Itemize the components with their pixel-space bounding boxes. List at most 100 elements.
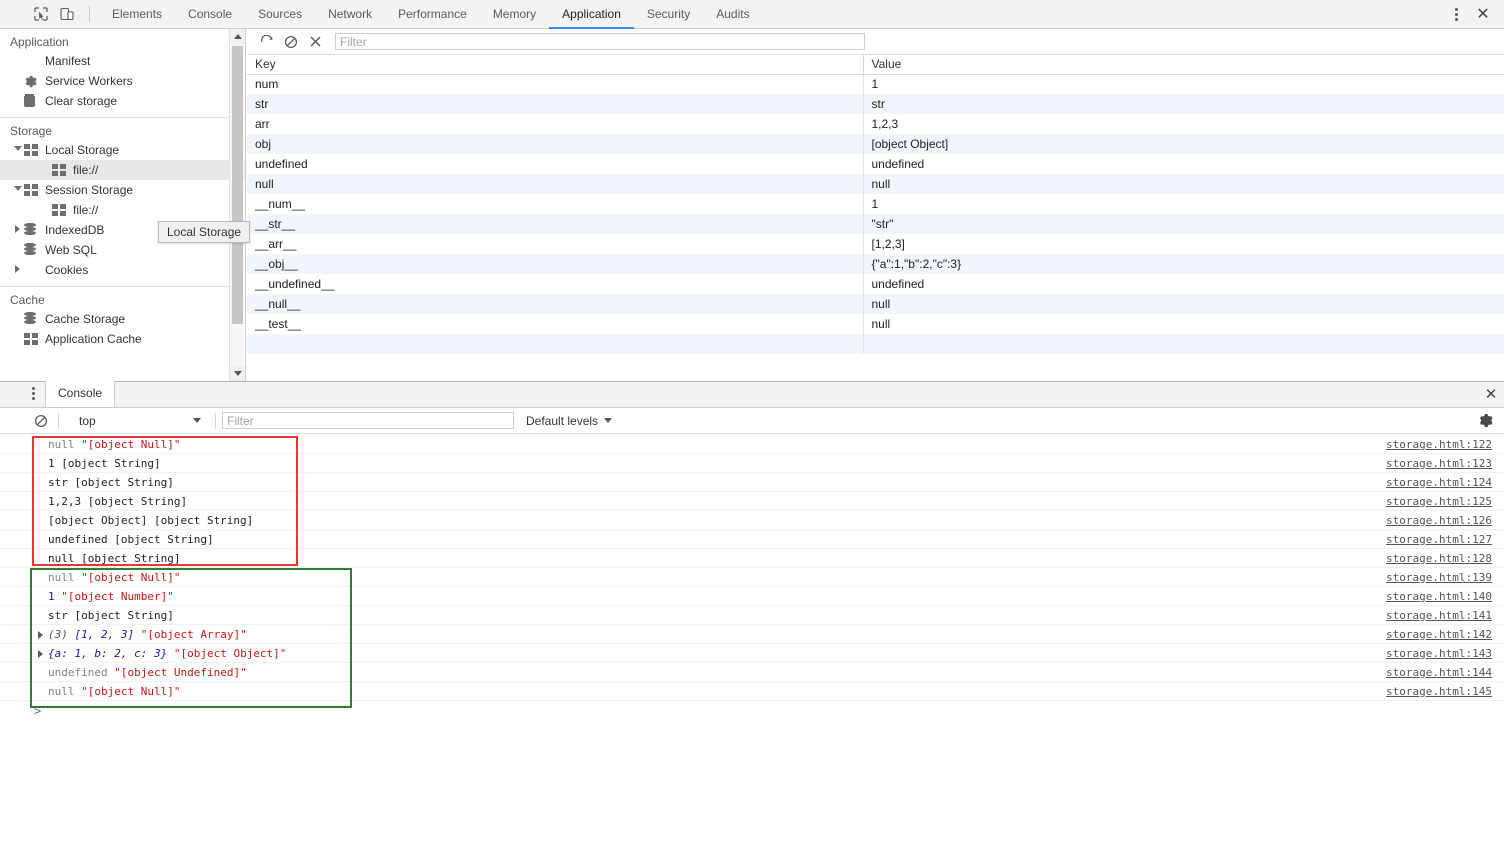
console-message[interactable]: (3) [1, 2, 3] "[object Array]" storage.ht… <box>0 625 1504 644</box>
log-levels-select[interactable]: Default levels <box>526 414 613 428</box>
table-row[interactable]: __obj__ {"a":1,"b":2,"c":3} <box>247 254 1504 274</box>
console-source-link[interactable]: storage.html:126 <box>1386 511 1492 530</box>
console-source-link[interactable]: storage.html:141 <box>1386 606 1492 625</box>
tab-audits[interactable]: Audits <box>703 0 762 29</box>
table-row[interactable]: __arr__ [1,2,3] <box>247 234 1504 254</box>
console-source-link[interactable]: storage.html:145 <box>1386 682 1492 701</box>
cell-value[interactable]: undefined <box>863 154 1504 174</box>
drawer-more-options-icon[interactable] <box>0 387 45 407</box>
cell-value[interactable]: null <box>863 174 1504 194</box>
table-row[interactable]: __undefined__ undefined <box>247 274 1504 294</box>
tab-application[interactable]: Application <box>549 0 634 29</box>
scroll-down-button[interactable] <box>230 366 245 381</box>
console-message[interactable]: 1,2,3 [object String] storage.html:125 <box>0 492 1504 511</box>
table-row[interactable]: null null <box>247 174 1504 194</box>
table-row[interactable]: __test__ null <box>247 314 1504 334</box>
cell-key[interactable]: arr <box>247 114 864 134</box>
console-message[interactable]: 1 [object String] storage.html:123 <box>0 454 1504 473</box>
sidebar-item-manifest[interactable]: Manifest <box>0 51 245 71</box>
cell-key[interactable]: num <box>247 74 864 94</box>
console-message[interactable]: 1 "[object Number]" storage.html:140 <box>0 587 1504 606</box>
console-message[interactable]: undefined "[object Undefined]" storage.ht… <box>0 663 1504 682</box>
cell-key[interactable]: __arr__ <box>247 234 864 254</box>
console-message[interactable]: null [object String] storage.html:128 <box>0 549 1504 568</box>
chevron-right-icon[interactable] <box>15 265 20 273</box>
console-source-link[interactable]: storage.html:143 <box>1386 644 1492 663</box>
cell-value[interactable]: {"a":1,"b":2,"c":3} <box>863 254 1504 274</box>
chevron-right-icon[interactable] <box>15 225 20 233</box>
cell-value[interactable]: [object Object] <box>863 134 1504 154</box>
column-header-value[interactable]: Value <box>863 55 1504 75</box>
console-source-link[interactable]: storage.html:142 <box>1386 625 1492 644</box>
console-message[interactable]: null "[object Null]" storage.html:122 <box>0 435 1504 454</box>
sidebar-item-local-storage[interactable]: Local Storage <box>0 140 245 160</box>
sidebar-item-web-sql[interactable]: Web SQL <box>0 240 245 260</box>
tab-security[interactable]: Security <box>634 0 703 29</box>
console-settings-gear-icon[interactable] <box>1472 408 1498 434</box>
cell-value[interactable]: 1,2,3 <box>863 114 1504 134</box>
cell-key[interactable]: __test__ <box>247 314 864 334</box>
clear-console-icon[interactable] <box>30 410 52 432</box>
cell-key[interactable]: str <box>247 94 864 114</box>
cell-key[interactable]: obj <box>247 134 864 154</box>
tab-sources[interactable]: Sources <box>245 0 315 29</box>
table-row[interactable]: str str <box>247 94 1504 114</box>
column-header-key[interactable]: Key <box>247 55 864 75</box>
close-devtools-icon[interactable]: ✕ <box>1470 1 1496 27</box>
console-source-link[interactable]: storage.html:122 <box>1386 435 1492 454</box>
cell-value[interactable]: str <box>863 94 1504 114</box>
console-source-link[interactable]: storage.html:140 <box>1386 587 1492 606</box>
cell-key[interactable]: __str__ <box>247 214 864 234</box>
drawer-tab-console[interactable]: Console <box>45 381 116 407</box>
console-message[interactable]: {a: 1, b: 2, c: 3} "[object Object]" stor… <box>0 644 1504 663</box>
sidebar-item-session-storage-origin[interactable]: file:// <box>0 200 245 220</box>
sidebar-item-cache-storage[interactable]: Cache Storage <box>0 309 245 329</box>
sidebar-item-clear-storage[interactable]: Clear storage <box>0 91 245 111</box>
console-source-link[interactable]: storage.html:128 <box>1386 549 1492 568</box>
expand-triangle-icon[interactable] <box>38 631 43 639</box>
cell-value[interactable]: "str" <box>863 214 1504 234</box>
delete-selected-icon[interactable] <box>303 30 327 54</box>
tab-performance[interactable]: Performance <box>385 0 480 29</box>
console-message[interactable]: null "[object Null]" storage.html:145 <box>0 682 1504 701</box>
inspect-element-icon[interactable] <box>28 1 54 27</box>
chevron-down-icon[interactable] <box>14 186 22 191</box>
console-source-link[interactable]: storage.html:139 <box>1386 568 1492 587</box>
sidebar-item-local-storage-origin[interactable]: file:// <box>0 160 245 180</box>
table-row[interactable]: __null__ null <box>247 294 1504 314</box>
expand-triangle-icon[interactable] <box>38 650 43 658</box>
cell-key[interactable]: __undefined__ <box>247 274 864 294</box>
sidebar-item-application-cache[interactable]: Application Cache <box>0 329 245 349</box>
table-row[interactable]: num 1 <box>247 74 1504 94</box>
execution-context-select[interactable]: top <box>79 411 209 431</box>
console-source-link[interactable]: storage.html:124 <box>1386 473 1492 492</box>
close-drawer-icon[interactable]: ✕ <box>1478 381 1504 407</box>
tab-console[interactable]: Console <box>175 0 245 29</box>
scroll-up-button[interactable] <box>230 29 245 44</box>
table-row[interactable]: __str__ "str" <box>247 214 1504 234</box>
refresh-icon[interactable] <box>255 30 279 54</box>
console-message[interactable]: str [object String] storage.html:141 <box>0 606 1504 625</box>
clear-all-icon[interactable] <box>279 30 303 54</box>
cell-key[interactable]: __obj__ <box>247 254 864 274</box>
cell-value[interactable]: [1,2,3] <box>863 234 1504 254</box>
table-row[interactable]: obj [object Object] <box>247 134 1504 154</box>
tab-elements[interactable]: Elements <box>99 0 175 29</box>
cell-value[interactable]: null <box>863 314 1504 334</box>
table-row[interactable]: __num__ 1 <box>247 194 1504 214</box>
chevron-down-icon[interactable] <box>14 146 22 151</box>
console-source-link[interactable]: storage.html:125 <box>1386 492 1492 511</box>
cell-key[interactable]: null <box>247 174 864 194</box>
console-source-link[interactable]: storage.html:123 <box>1386 454 1492 473</box>
cell-key[interactable]: __num__ <box>247 194 864 214</box>
cell-value[interactable]: 1 <box>863 194 1504 214</box>
tab-network[interactable]: Network <box>315 0 385 29</box>
console-filter-input[interactable] <box>222 412 514 429</box>
console-message[interactable]: [object Object] [object String] storage.h… <box>0 511 1504 530</box>
scrollbar-thumb[interactable] <box>232 46 243 324</box>
console-source-link[interactable]: storage.html:127 <box>1386 530 1492 549</box>
storage-filter-input[interactable] <box>335 33 865 50</box>
cell-key[interactable]: undefined <box>247 154 864 174</box>
console-message[interactable]: null "[object Null]" storage.html:139 <box>0 568 1504 587</box>
table-row[interactable]: arr 1,2,3 <box>247 114 1504 134</box>
